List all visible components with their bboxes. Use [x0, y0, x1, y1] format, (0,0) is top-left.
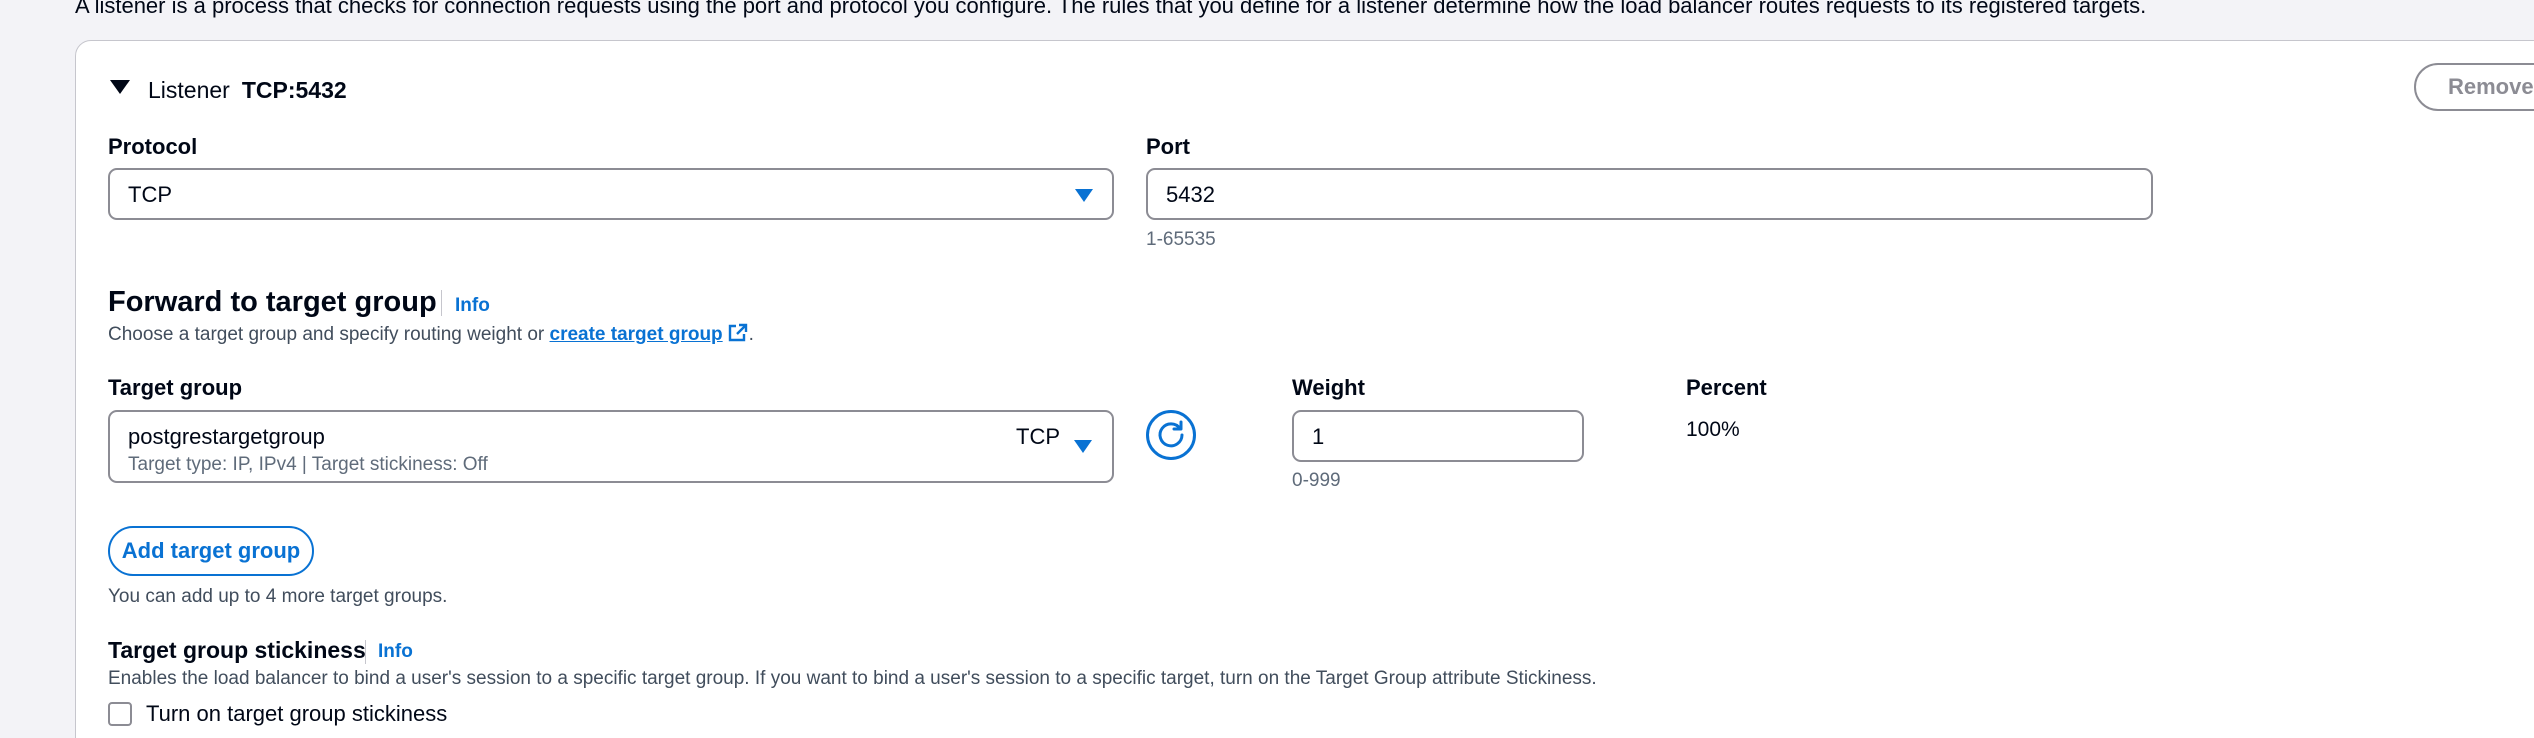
chevron-down-icon: [1075, 189, 1093, 202]
port-label: Port: [1146, 134, 1190, 159]
title-divider: [441, 290, 442, 316]
protocol-select-value: TCP: [128, 182, 172, 207]
weight-input-value: 1: [1312, 424, 1325, 449]
target-group-details: Target type: IP, IPv4 | Target stickines…: [128, 454, 488, 475]
weight-hint: 0-999: [1292, 470, 1341, 491]
target-group-select[interactable]: postgrestargetgroup TCP Target type: IP,…: [108, 410, 1114, 483]
target-group-label: Target group: [108, 375, 243, 400]
percent-value: 100%: [1686, 418, 1740, 441]
target-group-protocol: TCP: [1016, 424, 1060, 449]
page: A listener is a process that checks for …: [0, 0, 2534, 738]
forward-section-title: Forward to target group: [108, 286, 437, 318]
port-input-value: 5432: [1166, 182, 1215, 207]
weight-label: Weight: [1292, 375, 1365, 400]
external-link-icon[interactable]: [727, 323, 749, 343]
refresh-target-groups-button[interactable]: [1146, 410, 1196, 460]
remove-listener-button[interactable]: Remove: [2414, 63, 2534, 111]
stickiness-title: Target group stickiness: [108, 637, 366, 663]
collapse-caret-icon[interactable]: [110, 80, 130, 94]
add-target-group-hint: You can add up to 4 more target groups.: [108, 586, 448, 607]
create-target-group-link[interactable]: create target group: [550, 324, 723, 345]
port-input[interactable]: 5432: [1146, 168, 2153, 220]
port-hint: 1-65535: [1146, 229, 1216, 250]
listener-intro-text: A listener is a process that checks for …: [75, 0, 2147, 18]
add-target-group-button[interactable]: Add target group: [108, 526, 314, 576]
forward-description: Choose a target group and specify routin…: [108, 323, 754, 347]
forward-description-suffix: .: [748, 324, 754, 345]
target-group-name: postgrestargetgroup: [128, 424, 325, 449]
weight-input[interactable]: 1: [1292, 410, 1584, 462]
listener-header-label: Listener: [148, 77, 230, 103]
listener-header[interactable]: Listener TCP:5432: [148, 76, 347, 104]
forward-description-prefix: Choose a target group and specify routin…: [108, 324, 550, 345]
chevron-down-icon: [1074, 440, 1092, 453]
stickiness-info-link[interactable]: Info: [378, 640, 413, 664]
forward-info-link[interactable]: Info: [455, 294, 490, 318]
stickiness-description: Enables the load balancer to bind a user…: [108, 668, 1597, 689]
listener-header-value: TCP:5432: [241, 77, 347, 103]
stickiness-checkbox[interactable]: [108, 702, 132, 726]
stickiness-title-divider: [365, 640, 366, 664]
refresh-icon: [1158, 420, 1184, 448]
stickiness-checkbox-label[interactable]: Turn on target group stickiness: [146, 700, 447, 728]
percent-label: Percent: [1686, 375, 1767, 400]
protocol-label: Protocol: [108, 134, 198, 159]
protocol-select[interactable]: TCP: [108, 168, 1114, 220]
